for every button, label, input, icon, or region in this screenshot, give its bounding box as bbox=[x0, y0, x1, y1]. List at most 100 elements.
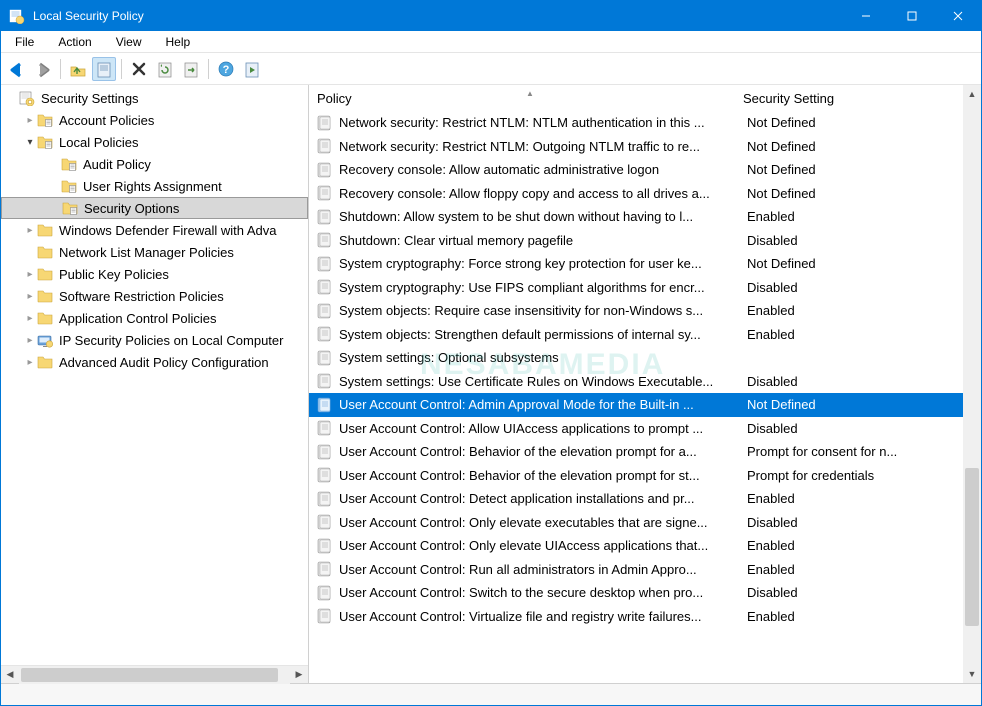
column-policy[interactable]: ▲ Policy bbox=[317, 91, 743, 106]
tree-hscrollbar[interactable]: ◀ ▶ bbox=[1, 665, 308, 683]
scroll-up-icon[interactable]: ▲ bbox=[963, 85, 981, 103]
menu-file[interactable]: File bbox=[5, 33, 44, 51]
policy-item-icon bbox=[317, 162, 335, 178]
refresh-icon bbox=[156, 60, 174, 78]
policy-value: Not Defined bbox=[743, 397, 955, 412]
expand-icon[interactable] bbox=[23, 268, 37, 280]
policy-row[interactable]: Recovery console: Allow automatic admini… bbox=[309, 158, 963, 182]
tree-item-label: Software Restriction Policies bbox=[57, 288, 226, 305]
refresh-button[interactable] bbox=[153, 57, 177, 81]
back-button[interactable] bbox=[5, 57, 29, 81]
policy-name: Network security: Restrict NTLM: NTLM au… bbox=[339, 115, 743, 130]
tree-item-label: Account Policies bbox=[57, 112, 156, 129]
policy-row[interactable]: User Account Control: Behavior of the el… bbox=[309, 440, 963, 464]
policy-row[interactable]: Shutdown: Clear virtual memory pagefileD… bbox=[309, 229, 963, 253]
tree-pane-icon bbox=[95, 60, 113, 78]
tree-item-label: Windows Defender Firewall with Adva bbox=[57, 222, 278, 239]
policy-row[interactable]: User Account Control: Switch to the secu… bbox=[309, 581, 963, 605]
toolbar-separator bbox=[60, 59, 61, 79]
policy-row[interactable]: Recovery console: Allow floppy copy and … bbox=[309, 182, 963, 206]
tree-item[interactable]: IP Security Policies on Local Computer bbox=[1, 329, 308, 351]
policy-row[interactable]: System objects: Strengthen default permi… bbox=[309, 323, 963, 347]
policy-row[interactable]: User Account Control: Detect application… bbox=[309, 487, 963, 511]
tree-item[interactable]: Security Settings bbox=[1, 87, 308, 109]
tree-item[interactable]: Audit Policy bbox=[1, 153, 308, 175]
scroll-thumb[interactable] bbox=[965, 468, 979, 625]
tree-item[interactable]: Local Policies bbox=[1, 131, 308, 153]
policy-row[interactable]: User Account Control: Run all administra… bbox=[309, 558, 963, 582]
policy-value: Disabled bbox=[743, 421, 955, 436]
policy-row[interactable]: User Account Control: Admin Approval Mod… bbox=[309, 393, 963, 417]
tree-item-label: Local Policies bbox=[57, 134, 141, 151]
up-button[interactable] bbox=[66, 57, 90, 81]
policy-row[interactable]: User Account Control: Allow UIAccess app… bbox=[309, 417, 963, 441]
scroll-right-icon[interactable]: ▶ bbox=[290, 666, 308, 684]
policy-value: Enabled bbox=[743, 327, 955, 342]
menu-view[interactable]: View bbox=[106, 33, 152, 51]
forward-button[interactable] bbox=[31, 57, 55, 81]
scroll-track[interactable] bbox=[19, 666, 290, 684]
tree-item[interactable]: User Rights Assignment bbox=[1, 175, 308, 197]
tree-item[interactable]: Network List Manager Policies bbox=[1, 241, 308, 263]
column-policy-label: Policy bbox=[317, 91, 352, 106]
tree-item[interactable]: Windows Defender Firewall with Adva bbox=[1, 219, 308, 241]
show-hide-tree-button[interactable] bbox=[92, 57, 116, 81]
expand-icon[interactable] bbox=[23, 312, 37, 324]
tree-item[interactable]: Software Restriction Policies bbox=[1, 285, 308, 307]
policy-row[interactable]: User Account Control: Virtualize file an… bbox=[309, 605, 963, 629]
minimize-button[interactable] bbox=[843, 1, 889, 31]
expand-icon[interactable] bbox=[23, 114, 37, 126]
menu-action[interactable]: Action bbox=[48, 33, 101, 51]
collapse-icon[interactable] bbox=[23, 136, 37, 148]
expand-icon[interactable] bbox=[23, 290, 37, 302]
policy-item-icon bbox=[317, 538, 335, 554]
tree-item-label: Security Options bbox=[82, 200, 181, 217]
policy-row[interactable]: Network security: Restrict NTLM: NTLM au… bbox=[309, 111, 963, 135]
window-title: Local Security Policy bbox=[33, 9, 843, 23]
policy-row[interactable]: Shutdown: Allow system to be shut down w… bbox=[309, 205, 963, 229]
policy-name: System cryptography: Force strong key pr… bbox=[339, 256, 743, 271]
column-security-setting[interactable]: Security Setting bbox=[743, 91, 955, 106]
policy-name: User Account Control: Detect application… bbox=[339, 491, 743, 506]
policy-row[interactable]: System objects: Require case insensitivi… bbox=[309, 299, 963, 323]
policy-row[interactable]: System cryptography: Use FIPS compliant … bbox=[309, 276, 963, 300]
policy-row[interactable]: System settings: Optional subsystems bbox=[309, 346, 963, 370]
policy-row[interactable]: System cryptography: Force strong key pr… bbox=[309, 252, 963, 276]
tree-item[interactable]: Security Options bbox=[1, 197, 308, 219]
policy-name: User Account Control: Admin Approval Mod… bbox=[339, 397, 743, 412]
expand-icon[interactable] bbox=[23, 356, 37, 368]
scroll-left-icon[interactable]: ◀ bbox=[1, 666, 19, 684]
policy-name: Shutdown: Allow system to be shut down w… bbox=[339, 209, 743, 224]
help-button[interactable] bbox=[214, 57, 238, 81]
tree-item[interactable]: Advanced Audit Policy Configuration bbox=[1, 351, 308, 373]
folder-icon bbox=[37, 222, 53, 238]
delete-button[interactable] bbox=[127, 57, 151, 81]
policy-name: System settings: Use Certificate Rules o… bbox=[339, 374, 743, 389]
expand-icon[interactable] bbox=[23, 334, 37, 346]
tree-item[interactable]: Account Policies bbox=[1, 109, 308, 131]
close-button[interactable] bbox=[935, 1, 981, 31]
tree-item[interactable]: Application Control Policies bbox=[1, 307, 308, 329]
policy-row[interactable]: User Account Control: Only elevate UIAcc… bbox=[309, 534, 963, 558]
scroll-down-icon[interactable]: ▼ bbox=[963, 665, 981, 683]
details-vscrollbar[interactable]: ▲ ▼ bbox=[963, 85, 981, 683]
minimize-icon bbox=[861, 11, 871, 21]
expand-icon[interactable] bbox=[23, 224, 37, 236]
scroll-thumb[interactable] bbox=[21, 668, 278, 682]
run-button[interactable] bbox=[240, 57, 264, 81]
policy-row[interactable]: Network security: Restrict NTLM: Outgoin… bbox=[309, 135, 963, 159]
scroll-track[interactable] bbox=[963, 103, 981, 665]
maximize-button[interactable] bbox=[889, 1, 935, 31]
export-button[interactable] bbox=[179, 57, 203, 81]
tree-item-label: Audit Policy bbox=[81, 156, 153, 173]
tree-item[interactable]: Public Key Policies bbox=[1, 263, 308, 285]
policy-item-icon bbox=[317, 232, 335, 248]
policy-value: Enabled bbox=[743, 491, 955, 506]
menu-help[interactable]: Help bbox=[156, 33, 201, 51]
run-icon bbox=[243, 60, 261, 78]
policy-row[interactable]: User Account Control: Only elevate execu… bbox=[309, 511, 963, 535]
policy-row[interactable]: User Account Control: Behavior of the el… bbox=[309, 464, 963, 488]
tree-item-label: Advanced Audit Policy Configuration bbox=[57, 354, 271, 371]
policy-row[interactable]: System settings: Use Certificate Rules o… bbox=[309, 370, 963, 394]
tree-item-label: User Rights Assignment bbox=[81, 178, 224, 195]
